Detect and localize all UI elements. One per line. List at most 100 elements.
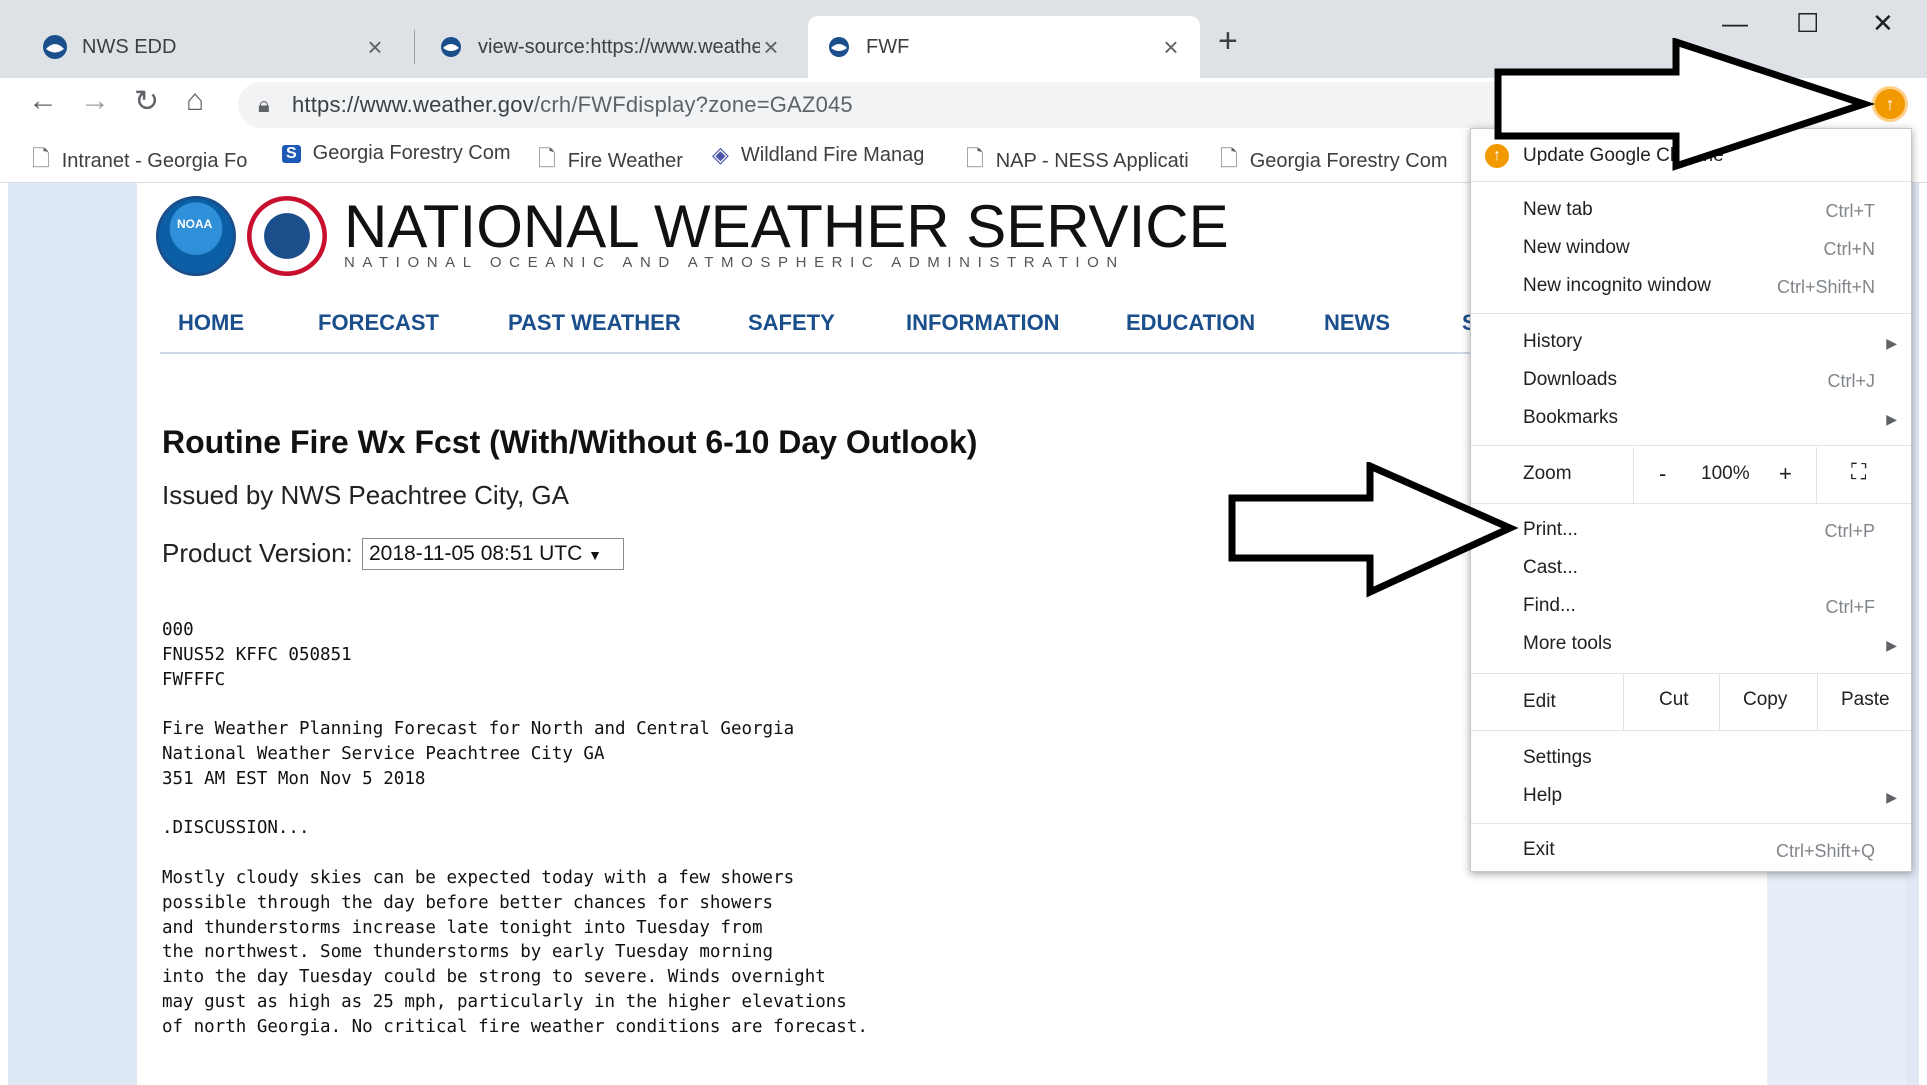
menu-separator	[1471, 313, 1911, 314]
close-icon[interactable]: ×	[760, 32, 782, 63]
bookmark-item[interactable]: 🗋 Georgia Forestry Com	[1220, 142, 1452, 180]
bookmark-item[interactable]: 🗋 NAP - NESS Applicati	[966, 142, 1196, 180]
menu-downloads[interactable]: Downloads	[1523, 369, 1617, 391]
menu-more-tools[interactable]: More tools	[1523, 633, 1612, 655]
back-arrow-icon[interactable]: ←	[28, 84, 58, 118]
annotation-arrow-to-menu-icon	[1494, 38, 1876, 171]
submenu-arrow-icon: ▶	[1886, 335, 1897, 351]
maximize-button[interactable]: ☐	[1796, 8, 1819, 39]
home-icon[interactable]: ⌂	[186, 84, 204, 118]
url-text[interactable]: https://www.weather.gov/crh/FWFdisplay?z…	[292, 92, 853, 118]
page-icon: 🗋	[966, 146, 984, 171]
menu-history[interactable]: History	[1523, 331, 1582, 353]
minimize-button[interactable]: —	[1722, 8, 1748, 39]
close-icon[interactable]: ×	[1160, 32, 1182, 63]
sharepoint-icon: S	[282, 144, 301, 163]
menu-separator	[1471, 823, 1911, 824]
nws-logo-icon[interactable]	[247, 196, 327, 276]
menu-zoom-label: Zoom	[1523, 463, 1572, 484]
product-version-label: Product Version:	[162, 538, 353, 568]
menu-edit-label: Edit	[1523, 691, 1556, 712]
site-subtitle: NATIONAL OCEANIC AND ATMOSPHERIC ADMINIS…	[344, 254, 1125, 271]
product-heading: Routine Fire Wx Fcst (With/Without 6-10 …	[162, 424, 978, 460]
tab-view-source[interactable]: view-source:https://www.weathe ×	[420, 16, 800, 78]
shortcut: Ctrl+Shift+N	[1776, 277, 1875, 297]
new-tab-button[interactable]: +	[1218, 22, 1238, 61]
nav-past-weather[interactable]: PAST WEATHER	[508, 310, 681, 336]
nws-favicon-icon	[441, 37, 461, 57]
shortcut: Ctrl+J	[1827, 371, 1875, 391]
fullscreen-icon[interactable]: ⛶	[1851, 459, 1866, 485]
bookmark-label: Wildland Fire Manag	[740, 143, 925, 166]
menu-new-window[interactable]: New window	[1523, 237, 1630, 259]
bookmark-item[interactable]: S Georgia Forestry Com	[282, 142, 512, 165]
nav-education[interactable]: EDUCATION	[1126, 310, 1255, 336]
shortcut: Ctrl+T	[1825, 201, 1876, 221]
tab-title: FWF	[866, 35, 910, 58]
bookmark-item[interactable]: 🗋 Fire Weather	[538, 142, 688, 180]
nav-home[interactable]: HOME	[178, 310, 244, 336]
menu-new-incognito-window[interactable]: New incognito window	[1523, 275, 1711, 297]
menu-exit[interactable]: Exit	[1523, 839, 1555, 861]
bookmark-label: Fire Weather	[567, 149, 683, 172]
product-version-select[interactable]: 2018-11-05 08:51 UTC ▼	[362, 538, 624, 570]
menu-copy[interactable]: Copy	[1743, 689, 1787, 711]
issued-by: Issued by NWS Peachtree City, GA	[162, 480, 569, 510]
tab-nws-edd[interactable]: NWS EDD ×	[24, 16, 404, 78]
menu-help[interactable]: Help	[1523, 785, 1562, 807]
submenu-arrow-icon: ▶	[1886, 411, 1897, 427]
bookmark-label: Georgia Forestry Com	[1249, 149, 1448, 172]
shortcut: Ctrl+P	[1824, 521, 1875, 541]
menu-find[interactable]: Find...	[1523, 595, 1576, 617]
lock-icon[interactable]: 🔒︎	[258, 92, 270, 118]
forward-arrow-icon[interactable]: →	[80, 84, 110, 118]
menu-bookmarks[interactable]: Bookmarks	[1523, 407, 1618, 429]
noaa-logo-icon[interactable]: NOAA	[156, 196, 236, 276]
page-icon: 🗋	[538, 146, 556, 171]
close-icon[interactable]: ×	[364, 32, 386, 63]
divider	[1719, 674, 1720, 730]
close-window-button[interactable]: ✕	[1872, 8, 1894, 39]
submenu-arrow-icon: ▶	[1886, 789, 1897, 805]
menu-cast[interactable]: Cast...	[1523, 557, 1578, 579]
shortcut: Ctrl+Shift+Q	[1775, 841, 1875, 861]
zoom-level: 100%	[1701, 463, 1750, 484]
chrome-menu: ↑ Update Google Chrome New tab Ctrl+T Ne…	[1470, 128, 1912, 872]
nws-favicon-icon	[43, 35, 67, 59]
divider	[1817, 674, 1818, 730]
nav-safety[interactable]: SAFETY	[748, 310, 835, 336]
nav-forecast[interactable]: FORECAST	[318, 310, 439, 336]
page-icon: 🗋	[1220, 146, 1238, 171]
product-version-value: 2018-11-05 08:51 UTC	[369, 542, 583, 565]
zoom-out-button[interactable]: -	[1659, 461, 1666, 487]
shortcut: Ctrl+F	[1825, 597, 1876, 617]
tab-title: view-source:https://www.weathe	[478, 35, 760, 58]
submenu-arrow-icon: ▶	[1886, 637, 1897, 653]
browser-window: NWS EDD × view-source:https://www.weathe…	[0, 0, 1927, 1085]
url-host: https://www.weather.gov	[292, 92, 534, 117]
divider	[1633, 447, 1634, 503]
menu-settings[interactable]: Settings	[1523, 747, 1592, 769]
site-title[interactable]: NATIONAL WEATHER SERVICE	[344, 192, 1229, 261]
bookmark-item[interactable]: 🗋 Intranet - Georgia Fo	[32, 142, 252, 180]
menu-cut[interactable]: Cut	[1659, 689, 1689, 711]
annotation-arrow-to-print	[1228, 462, 1519, 598]
tab-separator	[414, 30, 415, 64]
menu-new-tab[interactable]: New tab	[1523, 199, 1593, 221]
page-icon: 🗋	[32, 146, 50, 171]
menu-separator	[1471, 445, 1911, 446]
menu-print[interactable]: Print...	[1523, 519, 1578, 541]
zoom-in-button[interactable]: +	[1779, 461, 1792, 487]
nav-information[interactable]: INFORMATION	[906, 310, 1060, 336]
shortcut: Ctrl+N	[1823, 239, 1875, 259]
dropdown-arrow-icon: ▼	[588, 547, 602, 563]
bookmark-item[interactable]: ◈ Wildland Fire Manag	[712, 142, 940, 168]
url-path: /crh/FWFdisplay?zone=GAZ045	[533, 92, 853, 117]
reload-icon[interactable]: ↻	[134, 84, 159, 119]
tab-fwf[interactable]: FWF ×	[808, 16, 1200, 78]
menu-paste[interactable]: Paste	[1841, 689, 1890, 711]
nav-news[interactable]: NEWS	[1324, 310, 1390, 336]
nws-favicon-icon	[829, 37, 849, 57]
diamond-icon: ◈	[712, 142, 729, 167]
bookmark-label: Georgia Forestry Com	[312, 142, 511, 164]
